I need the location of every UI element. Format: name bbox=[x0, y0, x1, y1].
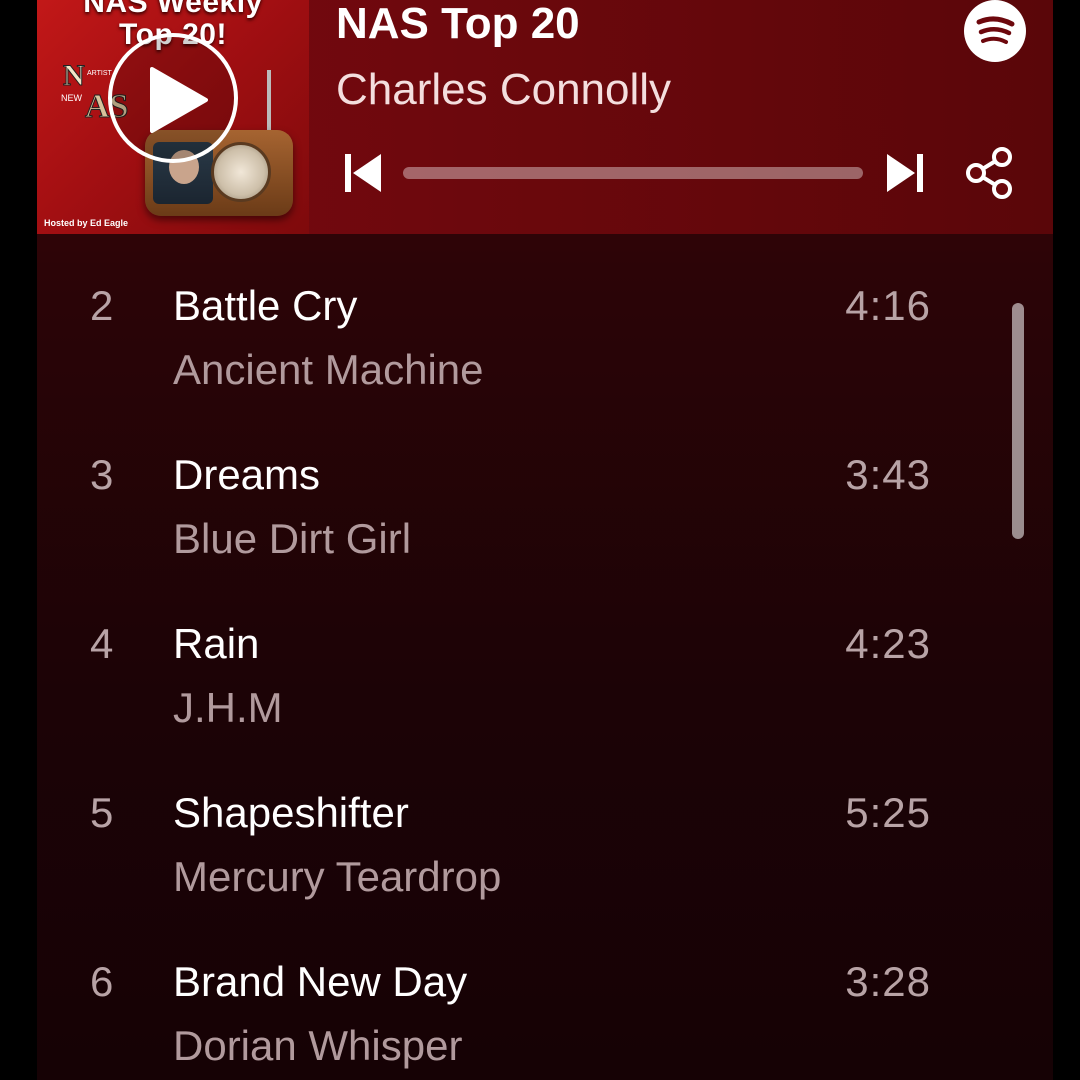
track-title: Dreams bbox=[173, 451, 321, 498]
track-row[interactable]: 5 Shapeshifter Mercury Teardrop 5:25 bbox=[37, 787, 1053, 937]
spotify-logo-button[interactable] bbox=[964, 0, 1026, 62]
track-row[interactable]: 2 Battle Cry Ancient Machine 4:16 bbox=[37, 280, 1053, 430]
skip-next-icon bbox=[887, 154, 923, 192]
track-number: 6 bbox=[90, 958, 114, 1005]
play-icon bbox=[150, 67, 208, 133]
track-artist: Mercury Teardrop bbox=[173, 853, 502, 900]
track-number: 2 bbox=[90, 282, 114, 329]
radio-dial bbox=[211, 142, 271, 202]
track-artist: Dorian Whisper bbox=[173, 1022, 463, 1069]
track-duration: 3:28 bbox=[845, 958, 931, 1005]
track-duration: 4:16 bbox=[845, 282, 931, 329]
hosted-by-text: Hosted by Ed Eagle bbox=[44, 218, 129, 228]
track-title: Battle Cry bbox=[173, 282, 358, 329]
track-duration: 3:43 bbox=[845, 451, 931, 498]
share-button[interactable] bbox=[963, 146, 1015, 200]
track-duration: 4:23 bbox=[845, 620, 931, 667]
player-header: NAS Weekly Top 20! N ARTIST NEW AS Hoste… bbox=[37, 0, 1053, 234]
track-artist: Ancient Machine bbox=[173, 346, 484, 393]
play-button[interactable] bbox=[108, 33, 238, 163]
track-row[interactable]: 4 Rain J.H.M 4:23 bbox=[37, 618, 1053, 768]
logo-n: N bbox=[63, 59, 85, 92]
track-title: Shapeshifter bbox=[173, 789, 409, 836]
radio-antenna bbox=[267, 70, 271, 134]
track-title: Rain bbox=[173, 620, 260, 667]
track-artist: J.H.M bbox=[173, 684, 283, 731]
logo-new: NEW bbox=[61, 93, 83, 103]
album-artwork: NAS Weekly Top 20! N ARTIST NEW AS Hoste… bbox=[37, 0, 309, 234]
track-number: 4 bbox=[90, 620, 114, 667]
logo-artist: ARTIST bbox=[87, 70, 112, 77]
track-number: 3 bbox=[90, 451, 114, 498]
track-title: Brand New Day bbox=[173, 958, 468, 1005]
tracklist-scrollbar[interactable] bbox=[1012, 303, 1024, 539]
previous-button[interactable] bbox=[343, 150, 383, 196]
episode-artist[interactable]: Charles Connolly bbox=[336, 66, 671, 114]
track-artist: Blue Dirt Girl bbox=[173, 515, 412, 562]
share-icon bbox=[966, 147, 1012, 199]
skip-previous-icon bbox=[345, 154, 381, 192]
track-row[interactable]: 3 Dreams Blue Dirt Girl 3:43 bbox=[37, 449, 1053, 599]
track-row[interactable]: 6 Brand New Day Dorian Whisper 3:28 bbox=[37, 956, 1053, 1080]
progress-bar[interactable] bbox=[403, 167, 863, 179]
episode-title[interactable]: NAS Top 20 bbox=[336, 0, 580, 48]
artwork-title-line1: NAS Weekly bbox=[83, 0, 263, 19]
spotify-embed-widget: NAS Weekly Top 20! N ARTIST NEW AS Hoste… bbox=[37, 0, 1053, 1080]
track-duration: 5:25 bbox=[845, 789, 931, 836]
spotify-icon bbox=[976, 16, 1015, 44]
next-button[interactable] bbox=[885, 150, 925, 196]
track-number: 5 bbox=[90, 789, 114, 836]
